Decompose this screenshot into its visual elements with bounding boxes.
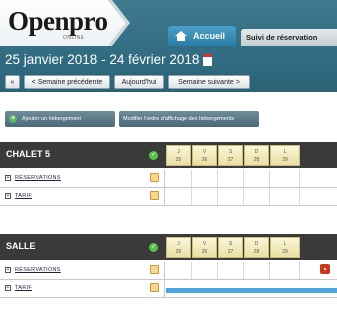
check-icon: ✓ — [149, 151, 158, 160]
expand-icon[interactable]: + — [5, 267, 11, 273]
date-range-text: 25 janvier 2018 - 24 février 2018 — [5, 52, 200, 67]
first-week-button[interactable]: « — [5, 75, 20, 89]
grid-title: SALLE — [6, 241, 36, 251]
day-number: 29 — [282, 249, 288, 255]
row-label-cell: + RÉSERVATIONS — [0, 170, 165, 187]
grid-title: CHALET 5 — [6, 149, 51, 159]
reservation-bar[interactable] — [166, 288, 337, 293]
modify-order-button[interactable]: Modifier l'ordre d'affichage des héberge… — [119, 111, 259, 127]
check-icon: ✓ — [149, 243, 158, 252]
day-header: L 29 — [270, 237, 300, 258]
note-icon[interactable] — [150, 283, 159, 292]
day-header: V 26 — [192, 145, 217, 166]
tab-accueil[interactable]: Accueil — [168, 26, 236, 46]
reservation-marker-icon[interactable] — [320, 264, 330, 274]
day-name: J — [177, 241, 180, 247]
day-number: 25 — [175, 157, 182, 163]
row-label-cell: + TARIF — [0, 280, 165, 297]
accommodation-grid-chalet5: CHALET 5 ✓ J 25 V 26 S 27 D 28 L 29 + RÉSERVA… — [0, 142, 337, 206]
day-name: D — [254, 241, 259, 247]
day-name: D — [254, 149, 259, 155]
note-icon[interactable] — [150, 191, 159, 200]
accommodation-grid-salle: SALLE ✓ J 25 V 26 S 27 D 28 L 29 + RÉSERVATIO… — [0, 234, 337, 298]
day-name: L — [283, 241, 287, 247]
home-icon — [175, 31, 187, 41]
previous-week-button[interactable]: < Semaine précédente — [24, 75, 110, 89]
calendar-icon[interactable] — [203, 54, 213, 67]
reservations-row[interactable]: + RÉSERVATIONS — [0, 170, 337, 188]
tarif-row[interactable]: + TARIF — [0, 280, 337, 298]
day-header: J 25 — [166, 145, 191, 166]
day-header: D 28 — [244, 145, 269, 166]
day-name: S — [228, 149, 233, 155]
toolbar: + Ajouter un hébergement Modifier l'ordr… — [0, 108, 337, 128]
grid-header: CHALET 5 ✓ J 25 V 26 S 27 D 28 L 29 — [0, 142, 337, 168]
day-name: J — [177, 149, 180, 155]
tab-accueil-label: Accueil — [193, 31, 226, 41]
tab-suivi-reservation[interactable]: Suivi de réservation — [241, 29, 337, 46]
day-header: D 28 — [244, 237, 269, 258]
day-name: V — [202, 241, 207, 247]
logo-text: Openpro — [8, 6, 108, 36]
date-range: 25 janvier 2018 - 24 février 2018 — [5, 52, 213, 67]
note-icon[interactable] — [150, 173, 159, 182]
day-header: S 27 — [218, 145, 243, 166]
modify-order-label: Modifier l'ordre d'affichage des héberge… — [123, 116, 235, 122]
note-icon[interactable] — [150, 265, 159, 274]
next-week-button[interactable]: Semaine suivante > — [168, 75, 250, 89]
day-number: 28 — [253, 249, 260, 255]
expand-icon[interactable]: + — [5, 285, 11, 291]
day-number: 25 — [175, 249, 182, 255]
day-number: 29 — [282, 157, 288, 163]
day-number: 28 — [253, 157, 260, 163]
app-header: Openpro ONLINE Accueil Suivi de réservat… — [0, 0, 337, 92]
tarif-link[interactable]: TARIF — [15, 285, 32, 291]
tarif-row[interactable]: + TARIF — [0, 188, 337, 206]
day-number: 27 — [227, 249, 234, 255]
logo-subtitle: ONLINE — [63, 35, 85, 41]
expand-icon[interactable]: + — [5, 175, 11, 181]
tab-suivi-label: Suivi de réservation — [246, 33, 318, 42]
reservations-row[interactable]: + RÉSERVATIONS — [0, 262, 337, 280]
reservations-link[interactable]: RÉSERVATIONS — [15, 267, 61, 273]
add-accommodation-label: Ajouter un hébergement — [22, 116, 82, 122]
day-name: V — [202, 149, 207, 155]
today-button[interactable]: Aujourd'hui — [114, 75, 164, 89]
day-number: 26 — [201, 157, 208, 163]
day-header: V 26 — [192, 237, 217, 258]
expand-icon[interactable]: + — [5, 193, 11, 199]
day-header: J 25 — [166, 237, 191, 258]
plus-icon: + — [9, 115, 17, 123]
day-header: S 27 — [218, 237, 243, 258]
day-header: L 29 — [270, 145, 300, 166]
day-number: 26 — [201, 249, 208, 255]
tarif-link[interactable]: TARIF — [15, 193, 32, 199]
row-label-cell: + RÉSERVATIONS — [0, 262, 165, 279]
day-name: L — [283, 149, 287, 155]
grid-header: SALLE ✓ J 25 V 26 S 27 D 28 L 29 — [0, 234, 337, 260]
add-accommodation-button[interactable]: + Ajouter un hébergement — [5, 111, 115, 127]
day-name: S — [228, 241, 233, 247]
reservations-link[interactable]: RÉSERVATIONS — [15, 175, 61, 181]
day-number: 27 — [227, 157, 234, 163]
row-label-cell: + TARIF — [0, 188, 165, 205]
